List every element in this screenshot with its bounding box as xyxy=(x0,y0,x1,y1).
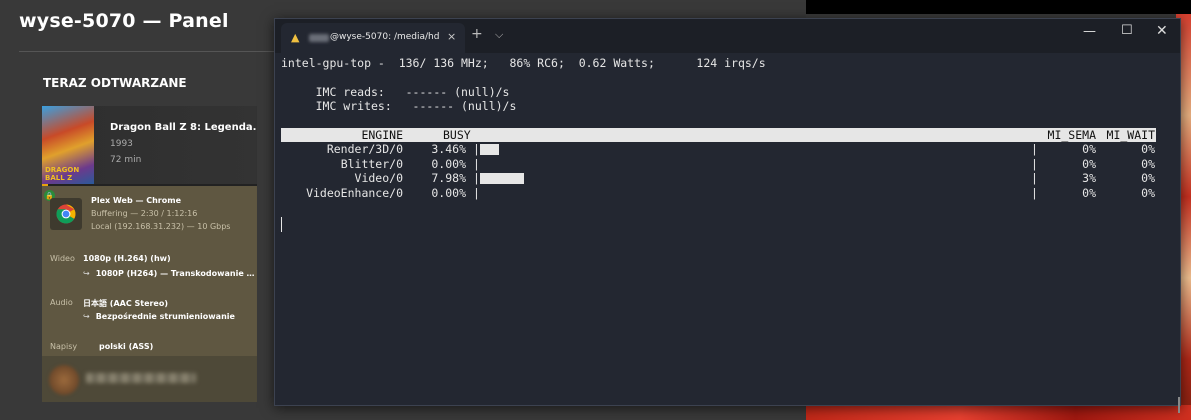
bar-open: | xyxy=(473,142,480,156)
audio-source: 日本語 (AAC Stereo) xyxy=(83,299,169,308)
video-transcode-text: 1080P (H264) — Transkodowanie (h... xyxy=(95,269,257,278)
imc-reads-line: IMC reads: ------ (null)/s xyxy=(281,85,510,99)
background-art-bottom xyxy=(806,405,1191,420)
engine-busy: 0.00% xyxy=(431,156,466,171)
engine-name: Blitter/0 xyxy=(340,156,403,171)
maximize-icon[interactable]: ☐ xyxy=(1121,23,1133,38)
engine-name: Render/3D/0 xyxy=(326,142,403,156)
bar-open: | xyxy=(473,156,480,171)
terminal-output[interactable]: intel-gpu-top - 136/ 136 MHz; 86% RC6; 0… xyxy=(275,53,1180,413)
gpu-summary-line: intel-gpu-top - 136/ 136 MHz; 86% RC6; 0… xyxy=(281,56,766,70)
header-busy: BUSY xyxy=(443,128,471,142)
engine-busy-bar xyxy=(480,144,499,155)
user-row[interactable] xyxy=(42,356,257,402)
close-icon[interactable]: ✕ xyxy=(1156,23,1168,39)
user-name-blurred xyxy=(86,373,196,383)
terminal-tab[interactable]: ▲ @wyse-5070: /media/hdd, × xyxy=(281,23,465,53)
connection-info: Local (192.168.31.232) — 10 Gbps xyxy=(91,222,231,231)
scrollbar[interactable] xyxy=(1178,397,1180,413)
minimize-icon[interactable]: — xyxy=(1083,24,1096,39)
engine-busy: 7.98% xyxy=(431,171,466,186)
player-info: Plex Web — Chrome xyxy=(91,196,182,205)
stream-details: 🔒 Plex Web — Chrome Buffering — 2:30 / 1… xyxy=(42,186,257,356)
engine-mi-wait: 0% xyxy=(1141,142,1155,156)
media-duration: 72 min xyxy=(110,155,142,165)
engine-row: Video/0 7.98% | | 3% 0% xyxy=(281,171,1156,185)
bar-open: | xyxy=(473,186,480,201)
engine-name: Video/0 xyxy=(354,171,403,186)
audio-direct-text: Bezpośrednie strumieniowanie xyxy=(95,312,235,321)
engine-table-header: ENGINE BUSY MI_SEMA MI_WAIT xyxy=(281,128,1156,142)
engine-busy-bar xyxy=(480,173,524,185)
buffer-status: Buffering — 2:30 / 1:12:16 xyxy=(91,209,198,218)
subtitles-label: Napisy xyxy=(50,342,78,351)
engine-mi-sema: 0% xyxy=(1082,156,1096,171)
engine-mi-wait: 0% xyxy=(1141,171,1155,186)
bar-close: | xyxy=(1031,142,1038,156)
media-summary[interactable]: DRAGON BALL Z Dragon Ball Z 8: Legenda..… xyxy=(42,106,257,184)
tab-user-blurred xyxy=(309,34,329,42)
video-label: Wideo xyxy=(50,254,75,263)
background-art-top xyxy=(806,0,1191,14)
header-mi-sema: MI_SEMA xyxy=(1047,128,1096,142)
imc-writes-line: IMC writes: ------ (null)/s xyxy=(281,99,517,113)
tab-title: @wyse-5070: /media/hdd, xyxy=(330,32,440,42)
audio-label: Audio xyxy=(50,298,73,307)
arrow-icon: ↪ xyxy=(83,269,90,278)
engine-name: VideoEnhance/0 xyxy=(306,186,403,201)
terminal-window[interactable]: ▲ @wyse-5070: /media/hdd, × + ⌵ — ☐ ✕ in… xyxy=(274,18,1181,413)
header-mi-wait: MI_WAIT xyxy=(1106,128,1155,142)
avatar xyxy=(49,365,79,395)
engine-busy: 0.00% xyxy=(431,186,466,201)
engine-row: Render/3D/0 3.46% | | 0% 0% xyxy=(281,142,1156,156)
header-engine: ENGINE xyxy=(361,128,403,142)
chevron-down-icon[interactable]: ⌵ xyxy=(495,27,503,43)
engine-mi-sema: 0% xyxy=(1082,186,1096,201)
page-title: wyse-5070 — Panel xyxy=(19,10,229,32)
poster-logo: DRAGON BALL Z xyxy=(45,166,80,182)
engine-mi-sema: 0% xyxy=(1082,142,1096,156)
engine-mi-wait: 0% xyxy=(1141,186,1155,201)
video-transcode: ↪ 1080P (H264) — Transkodowanie (h... xyxy=(83,269,257,278)
engine-row: Blitter/0 0.00% | | 0% 0% xyxy=(281,157,1156,171)
linux-icon: ▲ xyxy=(291,31,300,44)
engine-mi-sema: 3% xyxy=(1082,171,1096,186)
engine-mi-wait: 0% xyxy=(1141,156,1155,171)
media-year: 1993 xyxy=(110,139,133,149)
now-playing-card[interactable]: DRAGON BALL Z Dragon Ball Z 8: Legenda..… xyxy=(42,106,257,402)
movie-poster[interactable]: DRAGON BALL Z xyxy=(42,106,94,184)
bar-close: | xyxy=(1031,156,1038,171)
tab-close-icon[interactable]: × xyxy=(447,30,456,43)
new-tab-icon[interactable]: + xyxy=(471,26,483,42)
now-playing-heading: TERAZ ODTWARZANE xyxy=(43,76,187,90)
audio-direct: ↪ Bezpośrednie strumieniowanie xyxy=(83,312,257,321)
video-source: 1080p (H.264) (hw) xyxy=(83,254,171,263)
chrome-icon xyxy=(56,204,76,224)
arrow-icon: ↪ xyxy=(83,312,90,321)
bar-open: | xyxy=(473,171,480,186)
terminal-cursor xyxy=(281,217,282,232)
engine-row: VideoEnhance/0 0.00% | | 0% 0% xyxy=(281,186,1156,200)
bar-close: | xyxy=(1031,186,1038,201)
player-icon xyxy=(50,198,82,230)
terminal-titlebar[interactable]: ▲ @wyse-5070: /media/hdd, × + ⌵ — ☐ ✕ xyxy=(275,19,1180,53)
bar-close: | xyxy=(1031,171,1038,186)
subtitles-value: polski (ASS) xyxy=(99,342,154,351)
engine-busy: 3.46% xyxy=(431,142,466,156)
media-title[interactable]: Dragon Ball Z 8: Legenda... xyxy=(110,122,257,133)
